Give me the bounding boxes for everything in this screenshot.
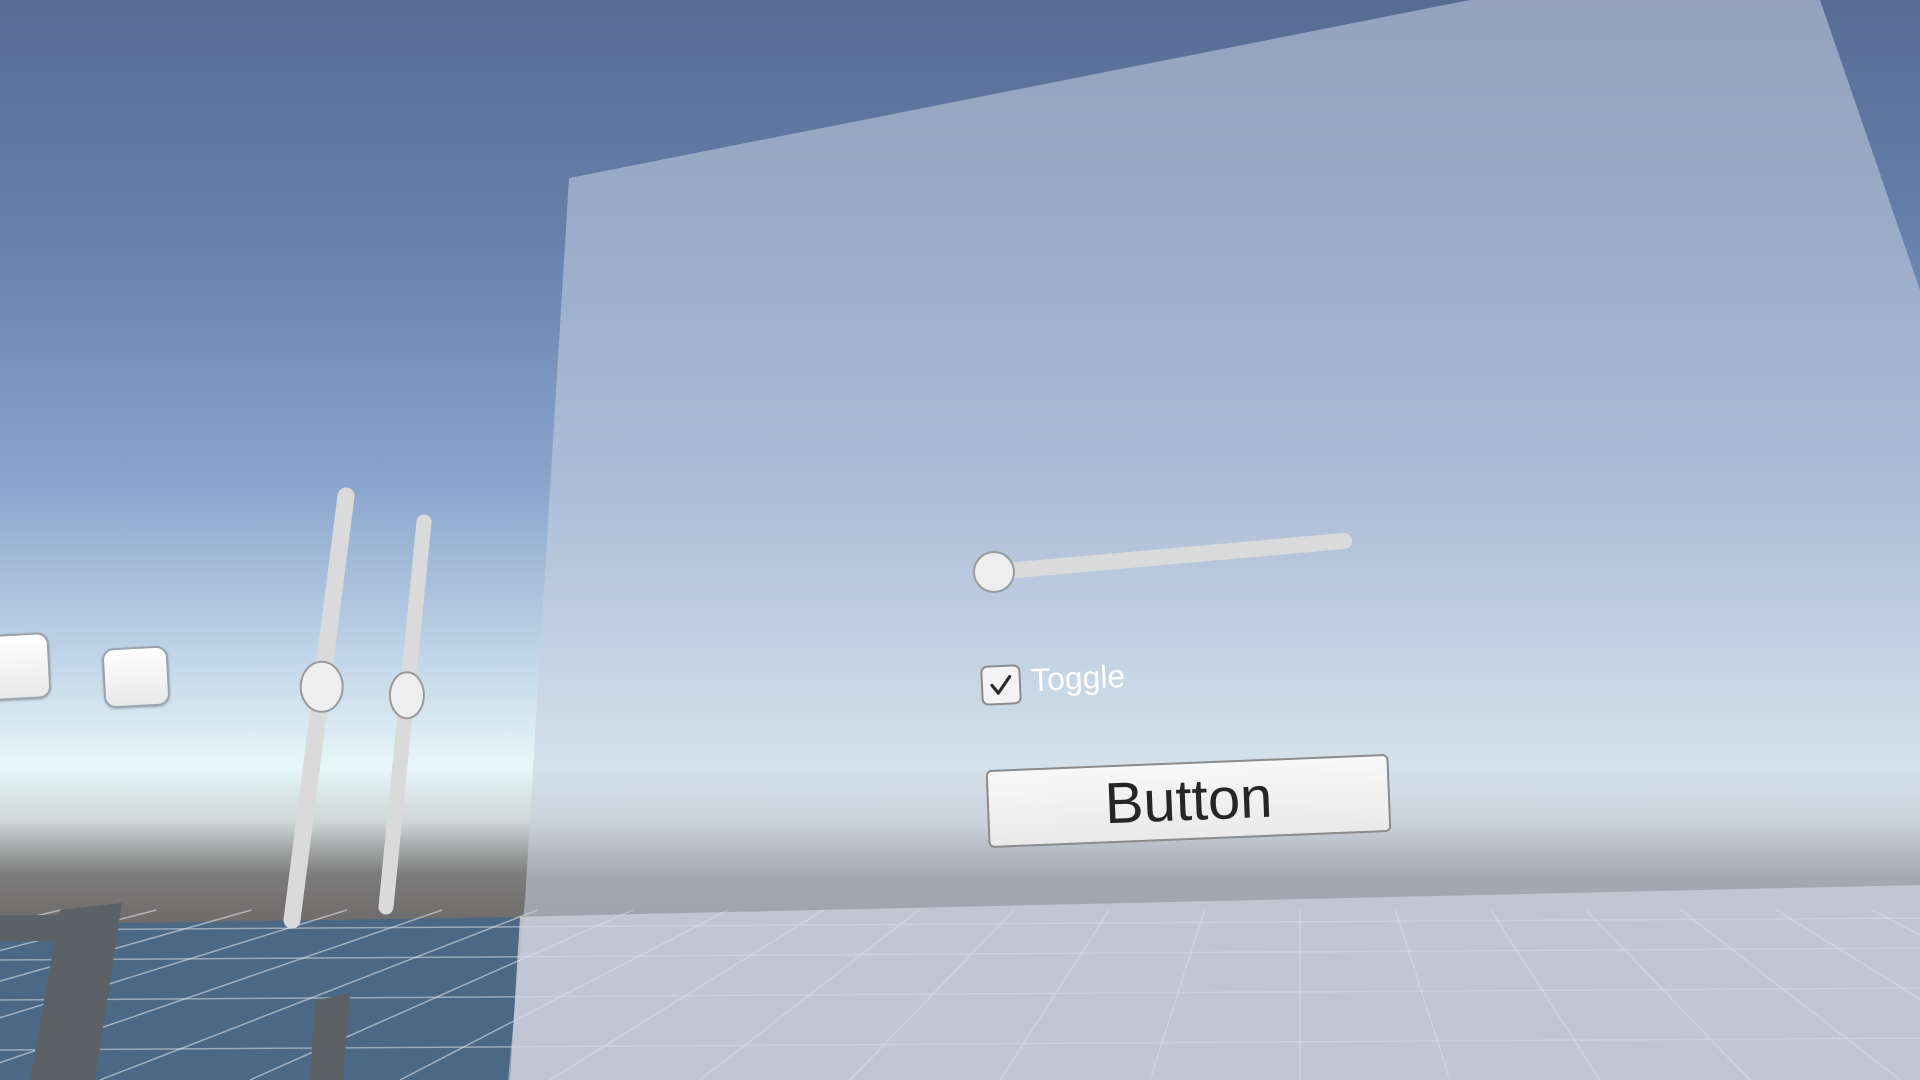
vertical-slider[interactable] xyxy=(283,487,355,929)
toggle-checkbox[interactable] xyxy=(980,664,1022,706)
checkmark-icon xyxy=(990,675,1012,695)
main-button[interactable]: Button xyxy=(985,753,1392,849)
slider-handle[interactable] xyxy=(388,671,425,720)
pillar xyxy=(310,994,350,1080)
toggle-label: Toggle xyxy=(1030,657,1126,698)
slider-handle[interactable] xyxy=(299,660,344,713)
side-button[interactable] xyxy=(101,645,171,709)
scene-background xyxy=(0,0,1920,1080)
main-button-label: Button xyxy=(1103,764,1274,837)
canvas-panel xyxy=(508,0,1920,1080)
vertical-slider[interactable] xyxy=(378,514,432,915)
slider-handle[interactable] xyxy=(973,551,1015,593)
side-button[interactable] xyxy=(0,631,52,703)
